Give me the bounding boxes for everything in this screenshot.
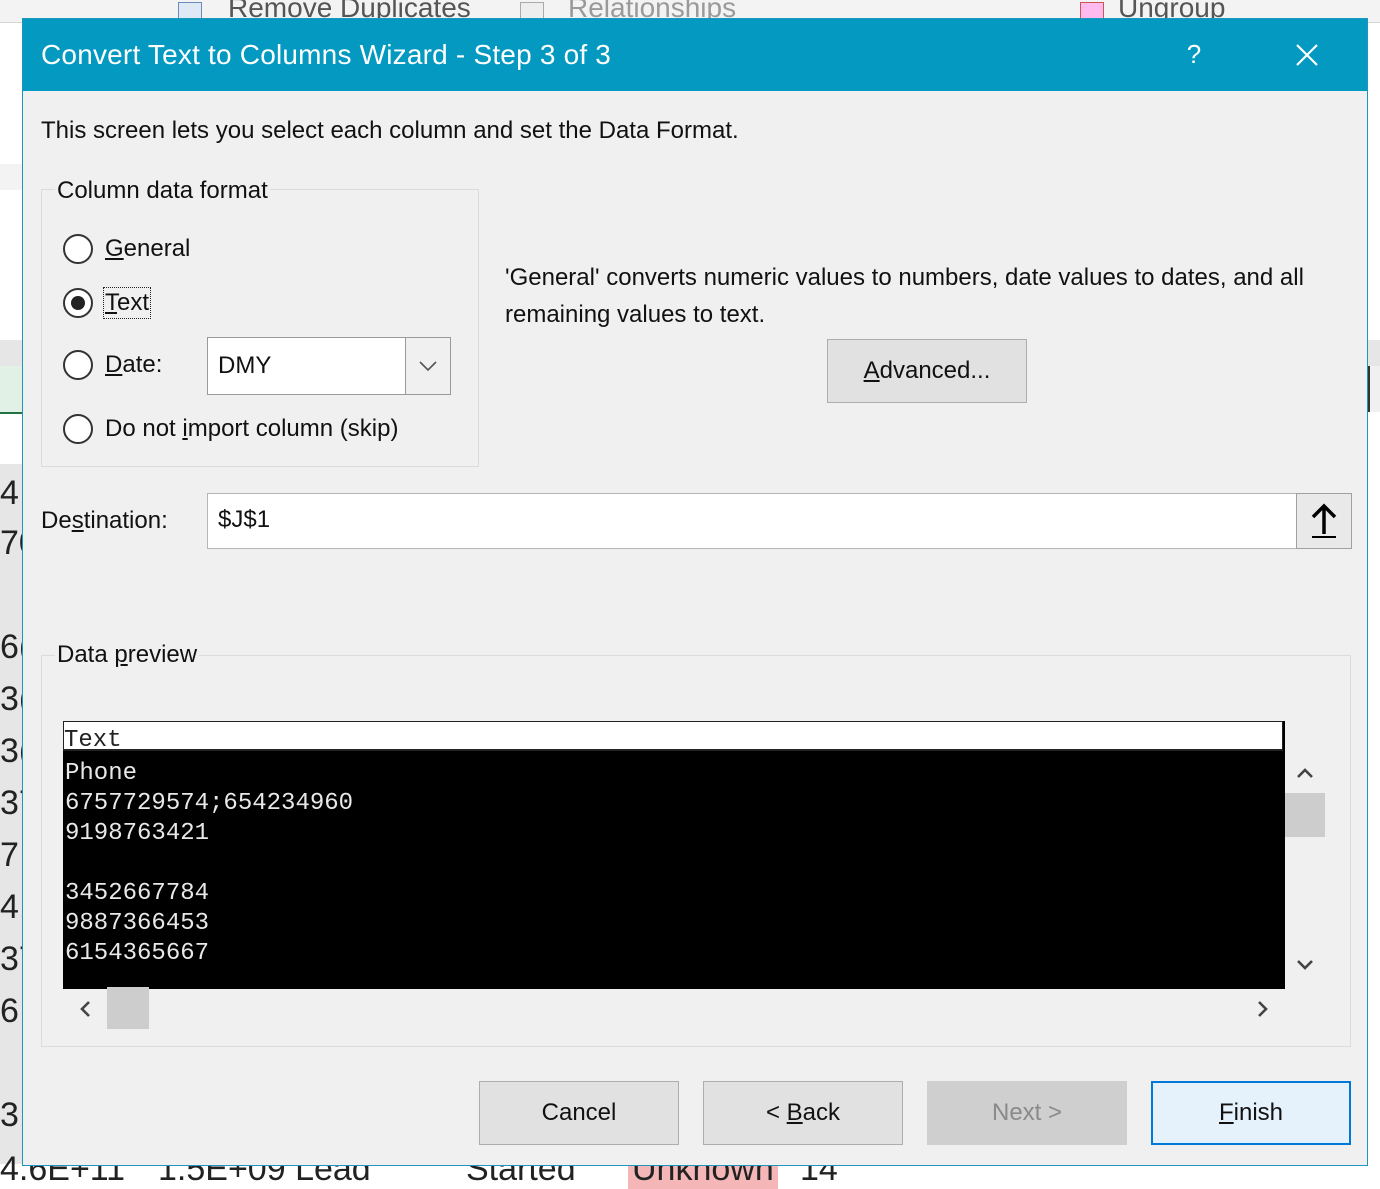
data-preview-label: Data preview [55,641,200,669]
finish-button[interactable]: Finish [1151,1081,1351,1145]
chevron-left-icon [80,1001,90,1017]
row-fragment: 70 [0,524,22,562]
dropdown-arrow[interactable] [405,338,450,394]
text-to-columns-dialog: Convert Text to Columns Wizard - Step 3 … [22,18,1368,1166]
close-icon [1296,44,1318,66]
preview-rows: Phone 6757729574;654234960 9198763421 34526… [65,759,353,969]
vertical-scroll-thumb[interactable] [1285,793,1325,837]
help-button[interactable]: ? [1183,39,1205,70]
preview-row [65,849,353,879]
row-fragment: 3. [0,1096,22,1134]
row-fragment: 3( [0,732,22,770]
advanced-button[interactable]: Advanced... [827,339,1027,403]
preview-row: 9198763421 [65,820,210,847]
preview-row: Phone [65,760,138,787]
destination-value: $J$1 [218,506,271,533]
row-fragment: 7: [0,836,22,874]
radio-date[interactable]: Date: [63,347,162,383]
selected-column-header [0,366,22,414]
next-button[interactable]: Next > [927,1081,1127,1145]
radio-general[interactable]: General [63,231,190,267]
row-fragment: 37 [0,784,22,822]
preview-row: 9887366453 [65,910,210,937]
radio-date-circle[interactable] [63,350,93,380]
date-format-select[interactable]: DMY [207,337,451,395]
preview-column-header[interactable]: Text [63,721,1283,754]
scroll-up-button[interactable] [1293,761,1317,785]
collapse-dialog-button[interactable] [1296,493,1352,549]
destination-label: Destination: [41,507,168,534]
column-edge-right [1368,366,1380,412]
close-button[interactable] [1291,35,1323,75]
preview-row: 6757729574;654234960 [65,790,354,817]
date-format-value: DMY [218,352,272,379]
radio-text[interactable]: Text [63,285,152,321]
radio-general-label[interactable]: General [105,235,190,263]
format-description: 'General' converts numeric values to num… [505,264,1304,328]
column-header-strip [0,340,22,366]
row-fragment: 4; [0,474,22,512]
formula-bar-strip [0,164,22,190]
chevron-up-icon [1297,768,1313,778]
preview-row: 6154365667 [65,940,210,967]
row-fragment: 3( [0,680,22,718]
radio-date-label[interactable]: Date: [105,351,162,379]
dialog-title: Convert Text to Columns Wizard - Step 3 … [41,39,612,70]
radio-general-circle[interactable] [63,234,93,264]
row-fragment: 6( [0,628,22,666]
row-fragment: 4! [0,888,22,926]
radio-skip-circle[interactable] [63,414,93,444]
intro-text: This screen lets you select each column … [41,117,739,144]
arrow-up-icon [1311,503,1337,538]
radio-skip[interactable]: Do not import column (skip) [63,411,398,447]
row-fragment: 37 [0,940,22,978]
column-format-label: Column data format [55,177,270,205]
scroll-left-button[interactable] [73,997,97,1021]
chevron-right-icon [1258,1001,1268,1017]
dialog-titlebar[interactable]: Convert Text to Columns Wizard - Step 3 … [23,19,1367,91]
preview-row: 3452667784 [65,880,210,907]
radio-text-circle[interactable] [63,288,93,318]
scroll-right-button[interactable] [1251,997,1275,1021]
chevron-down-icon [419,361,437,372]
radio-text-label[interactable]: Text [102,287,152,319]
row-fragment: 6. [0,992,22,1030]
scroll-down-button[interactable] [1293,953,1317,977]
cancel-button[interactable]: Cancel [479,1081,679,1145]
chevron-down-icon [1297,960,1313,970]
horizontal-scroll-thumb[interactable] [107,987,149,1029]
column-header-strip-right [1368,340,1380,366]
back-button[interactable]: < Back [703,1081,903,1145]
destination-input[interactable]: $J$1 [207,493,1297,549]
radio-skip-label[interactable]: Do not import column (skip) [105,415,398,443]
